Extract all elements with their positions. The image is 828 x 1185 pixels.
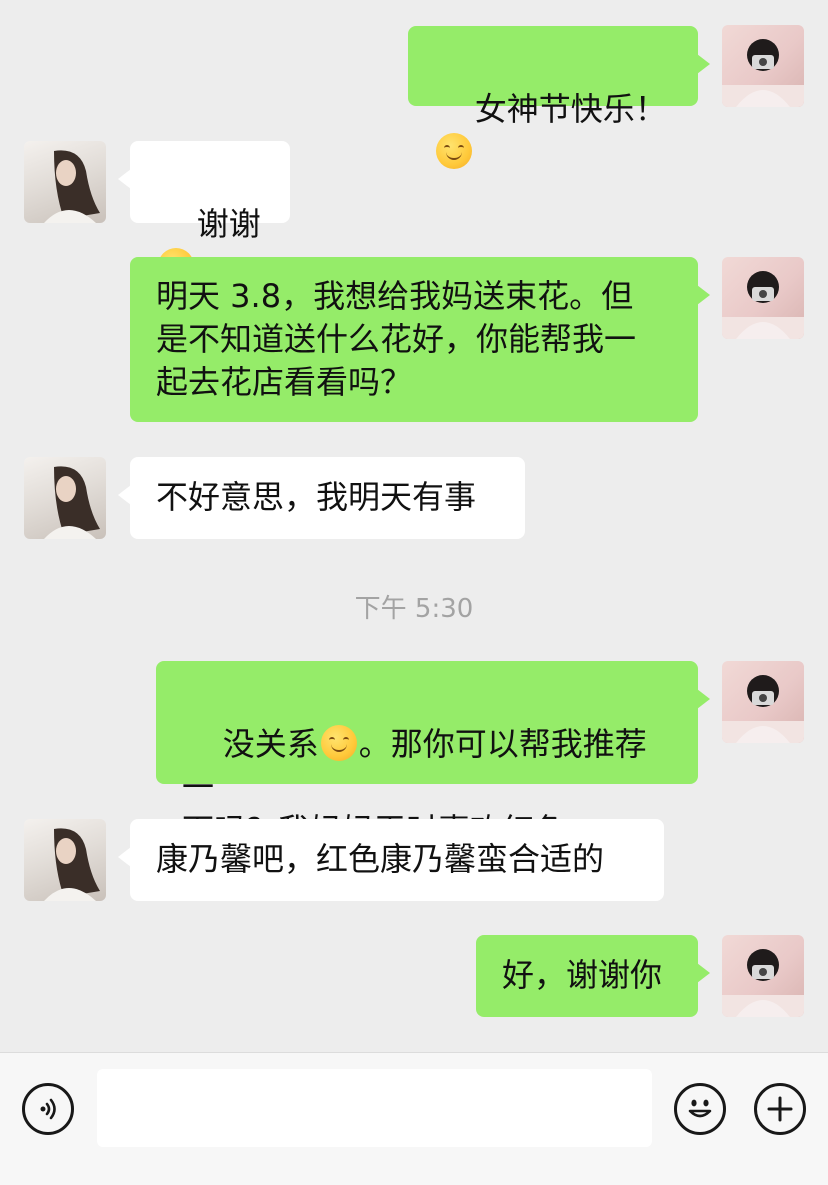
message-bubble-received[interactable]: 康乃馨吧，红色康乃馨蛮合适的: [118, 819, 664, 901]
my-avatar[interactable]: [722, 935, 804, 1017]
smile-emoji-icon: [436, 133, 472, 169]
input-bar: [0, 1052, 828, 1185]
message-text: 女神节快乐！: [474, 90, 667, 128]
message-bubble-sent[interactable]: 好，谢谢你: [476, 935, 710, 1017]
my-avatar[interactable]: [722, 25, 804, 107]
voice-button[interactable]: [22, 1083, 74, 1135]
message-bubble-received[interactable]: 不好意思，我明天有事: [118, 457, 525, 539]
message-bubble-sent[interactable]: 明天 3.8，我想给我妈送束花。但 是不知道送什么花好，你能帮我一 起去花店看看…: [130, 257, 710, 422]
plus-icon: [767, 1096, 793, 1122]
message-text: 没关系: [222, 725, 319, 763]
message-bubble-sent[interactable]: 女神节快乐！: [408, 26, 710, 169]
voice-icon: [40, 1098, 56, 1120]
my-avatar[interactable]: [722, 257, 804, 339]
message-input[interactable]: [97, 1069, 652, 1147]
contact-avatar[interactable]: [24, 141, 106, 223]
contact-avatar[interactable]: [24, 457, 106, 539]
emoji-button[interactable]: [674, 1083, 726, 1135]
chat-timestamp: 下午 5:30: [354, 594, 474, 624]
emoji-icon: [688, 1099, 712, 1118]
my-avatar[interactable]: [722, 661, 804, 743]
contact-avatar[interactable]: [24, 819, 106, 901]
smile-emoji-icon: [320, 725, 357, 761]
message-text: 谢谢: [196, 205, 261, 243]
more-button[interactable]: [754, 1083, 806, 1135]
chat-area: 女神节快乐！ 谢谢 明天 3.8，我想给我妈送束花。但 是不知道送什么花好，你能…: [0, 0, 828, 1052]
message-bubble-received[interactable]: 谢谢: [118, 141, 290, 284]
message-bubble-sent[interactable]: 没关系。那你可以帮我推荐一 下吗？我妈妈平时喜欢红色: [156, 661, 710, 849]
